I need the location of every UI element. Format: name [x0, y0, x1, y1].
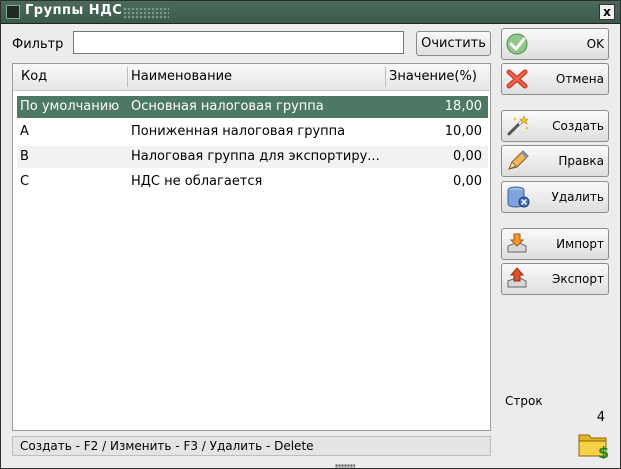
- cell-code: A: [20, 124, 29, 139]
- cell-code: B: [20, 149, 29, 164]
- cell-code: C: [20, 174, 30, 189]
- cell-code: По умолчанию: [20, 99, 120, 114]
- edit-button[interactable]: Правка: [501, 145, 609, 177]
- delete-button[interactable]: Удалить: [501, 181, 609, 213]
- rows-count-label: Строк: [505, 394, 543, 408]
- database-delete-icon: [507, 186, 530, 208]
- close-button[interactable]: x: [599, 4, 615, 20]
- window-icon: [6, 5, 20, 19]
- import-label: Импорт: [556, 237, 604, 251]
- table-row[interactable]: B Налоговая группа для экспортиру... 0,0…: [17, 146, 488, 168]
- column-separator[interactable]: [385, 67, 386, 87]
- export-arrow-icon: [507, 267, 527, 288]
- cell-name: Пониженная налоговая группа: [131, 124, 346, 139]
- ok-button[interactable]: OK: [501, 28, 609, 60]
- delete-label: Удалить: [551, 190, 605, 204]
- cell-value: 0,00: [453, 174, 482, 189]
- create-label: Создать: [552, 119, 604, 133]
- export-button[interactable]: Экспорт: [501, 263, 609, 295]
- column-header-value[interactable]: Значение(%): [389, 69, 477, 84]
- table-row[interactable]: A Пониженная налоговая группа 10,00: [17, 121, 488, 143]
- magic-wand-icon: [507, 115, 529, 136]
- cell-value: 10,00: [444, 124, 482, 139]
- pencil-icon: [508, 150, 529, 170]
- red-cross-icon: [506, 69, 528, 89]
- import-arrow-icon: [507, 233, 527, 253]
- cell-name: Налоговая группа для экспортиру...: [131, 149, 380, 164]
- shortcut-hint-bar: Создать - F2 / Изменить - F3 / Удалить -…: [12, 436, 491, 456]
- import-button[interactable]: Импорт: [501, 228, 609, 260]
- cell-value: 0,00: [453, 149, 482, 164]
- filter-label: Фильтр: [12, 37, 64, 52]
- ok-label: OK: [586, 37, 604, 51]
- vat-groups-table: Код Наименование Значение(%) По умолчани…: [12, 63, 491, 431]
- table-row[interactable]: По умолчанию Основная налоговая группа 1…: [17, 96, 488, 118]
- checkmark-icon: [506, 33, 528, 55]
- folder-money-icon[interactable]: $: [578, 429, 610, 459]
- cell-value: 18,00: [444, 99, 482, 114]
- vat-groups-window: Группы НДС x Фильтр Очистить Код Наимено…: [0, 0, 621, 469]
- rows-count-value: 4: [596, 410, 605, 425]
- create-button[interactable]: Создать: [501, 110, 609, 142]
- table-row[interactable]: C НДС не облагается 0,00: [17, 171, 488, 193]
- export-label: Экспорт: [551, 272, 604, 286]
- window-title: Группы НДС: [25, 3, 123, 18]
- title-decoration: [123, 7, 169, 19]
- cancel-label: Отмена: [555, 72, 604, 86]
- edit-label: Правка: [558, 154, 604, 168]
- resize-grip[interactable]: [335, 464, 355, 468]
- cell-name: Основная налоговая группа: [131, 99, 324, 114]
- column-header-name[interactable]: Наименование: [131, 69, 232, 84]
- cell-name: НДС не облагается: [131, 174, 263, 189]
- svg-text:$: $: [598, 443, 609, 459]
- table-header: Код Наименование Значение(%): [13, 64, 490, 91]
- cancel-button[interactable]: Отмена: [501, 63, 609, 95]
- clear-filter-button[interactable]: Очистить: [416, 31, 491, 56]
- title-bar[interactable]: Группы НДС x: [1, 1, 620, 24]
- column-separator[interactable]: [127, 67, 128, 87]
- filter-input[interactable]: [73, 31, 404, 54]
- column-header-code[interactable]: Код: [21, 69, 47, 84]
